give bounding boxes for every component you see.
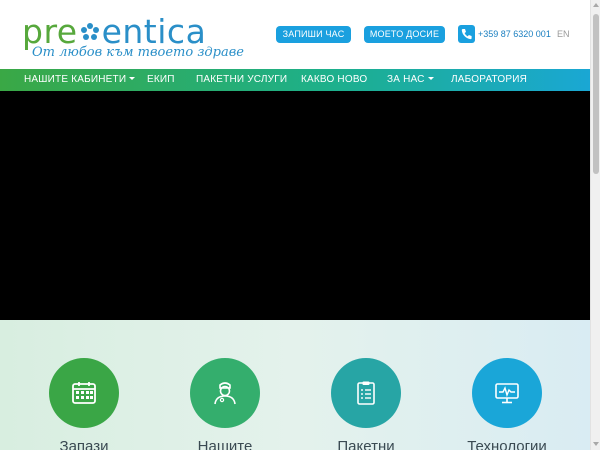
chevron-down-icon [129,77,136,80]
nav-item-team[interactable]: ЕКИП [147,69,175,91]
nav-item-packages[interactable]: ПАКЕТНИ УСЛУГИ [196,69,287,91]
preventica-logo[interactable]: pre entica От любов към твоето здраве [22,12,244,64]
nav-item-laboratory[interactable]: ЛАБОРАТОРИЯ [451,69,527,91]
hero-video[interactable] [0,91,590,320]
doctor-icon [214,382,236,405]
feature-packages-circle[interactable] [331,358,401,428]
page-scrollbar[interactable] [590,0,600,450]
nav-item-news[interactable]: КАКВО НОВО [301,69,367,91]
logo-tagline: От любов към твоето здраве [32,45,244,60]
feature-technology-circle[interactable] [472,358,542,428]
phone-icon[interactable] [458,25,475,43]
feature-book-label[interactable]: Запази [29,438,139,450]
phone-number-link[interactable]: +359 87 6320 001 [478,29,551,39]
scrollbar-thumb[interactable] [593,14,599,174]
feature-doctors-label[interactable]: Нашите [170,438,280,450]
nav-item-cabinets[interactable]: НАШИТЕ КАБИНЕТИ [24,69,136,91]
page: pre entica От любов към твоето здраве ЗА… [0,0,590,450]
feature-technology-label[interactable]: Технологии [452,438,562,450]
feature-book-circle[interactable] [49,358,119,428]
logo-flower-icon [78,14,102,40]
calendar-icon [72,382,96,404]
my-dossier-button[interactable]: МОЕТО ДОСИЕ [364,26,445,43]
checklist-icon [357,381,375,405]
nav-item-about[interactable]: ЗА НАС [387,69,434,91]
features-section: Запази Нашите Пакетни Технологии [0,320,590,450]
feature-packages-label[interactable]: Пакетни [311,438,421,450]
main-navigation: НАШИТЕ КАБИНЕТИ ЕКИП ПАКЕТНИ УСЛУГИ КАКВ… [0,69,590,91]
language-switch-en[interactable]: EN [557,29,570,39]
book-appointment-button[interactable]: ЗАПИШИ ЧАС [276,26,351,43]
scroll-up-arrow-icon[interactable] [593,3,599,7]
monitor-icon [495,383,519,404]
chevron-down-icon [427,77,434,80]
site-header: pre entica От любов към твоето здраве ЗА… [0,0,590,69]
scroll-down-arrow-icon[interactable] [593,442,599,446]
feature-doctors-circle[interactable] [190,358,260,428]
